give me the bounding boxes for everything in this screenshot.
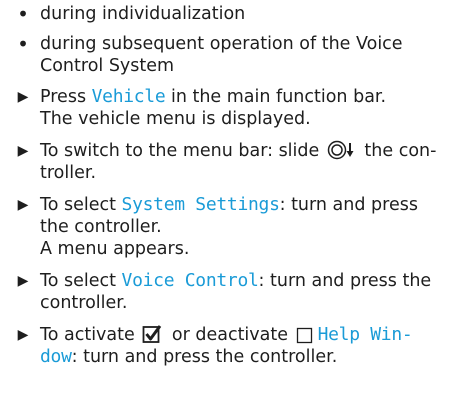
triangle-right-icon: ▶ <box>17 197 29 213</box>
help-window-label: Help Win- <box>317 324 413 345</box>
manual-page: • during individualization • during subs… <box>17 2 437 367</box>
triangle-right-icon: ▶ <box>17 143 29 159</box>
triangle-right-icon: ▶ <box>17 327 29 343</box>
bullet-dot-icon: • <box>17 32 29 56</box>
bullet-dot-icon: • <box>17 2 29 26</box>
voice-control-label: Voice Control <box>121 270 259 291</box>
system-settings-label: System Settings <box>121 194 280 215</box>
controller-slide-down-icon <box>327 140 357 166</box>
triangle-right-icon: ▶ <box>17 89 29 105</box>
vehicle-label: Vehicle <box>91 86 166 107</box>
triangle-right-icon: ▶ <box>17 273 29 289</box>
